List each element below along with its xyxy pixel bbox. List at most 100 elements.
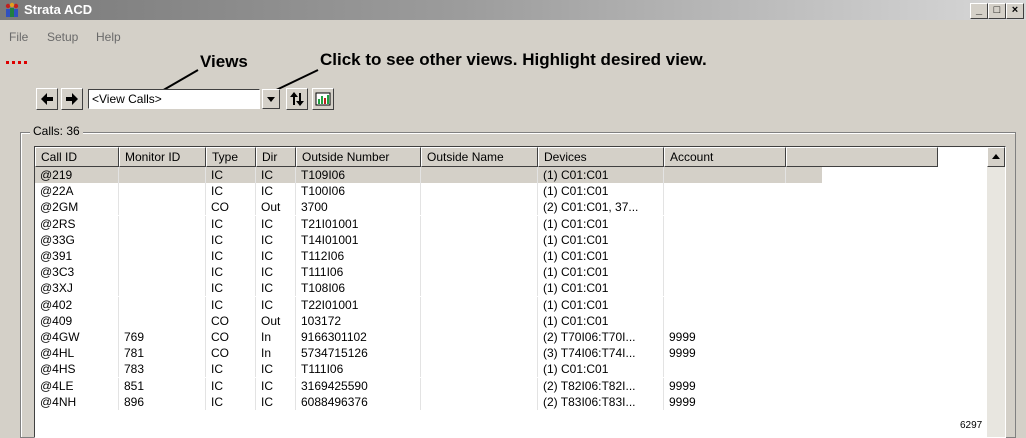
table-cell: @3XJ [35,280,119,297]
column-header-filler [786,147,938,167]
close-button[interactable]: × [1006,3,1024,19]
table-cell: IC [256,215,296,232]
instructions-callout: Click to see other views. Highlight desi… [320,50,707,69]
table-cell [421,329,538,345]
table-cell: 6088496376 [296,393,421,410]
table-cell: @402 [35,296,119,313]
table-row[interactable]: @4GW 769 CO In 9166301102 (2) T70I06:T70I... 9… [35,329,987,345]
column-header[interactable]: Monitor ID [119,147,206,167]
table-cell: T109I06 [296,167,421,183]
table-cell: IC [256,264,296,281]
column-header[interactable]: Call ID [35,147,119,167]
table-cell [664,248,786,264]
table-cell: IC [206,248,256,264]
table-cell [421,231,538,248]
table-row[interactable]: @22A IC IC T100I06 (1) C01:C01 [35,183,987,200]
table-cell: T111I06 [296,264,421,281]
table-cell [664,361,786,377]
view-select[interactable]: <View Calls> [88,89,260,109]
table-cell: T14I01001 [296,231,421,248]
forward-button[interactable] [61,88,83,110]
column-header[interactable]: Type [206,147,256,167]
table-cell: @2GM [35,199,119,216]
table-cell: (1) C01:C01 [538,167,664,183]
table-row[interactable]: @4HL 781 CO In 5734715126 (3) T74I06:T74I... 9… [35,345,987,362]
swap-sort-button[interactable] [286,88,308,110]
table-cell [664,199,786,215]
calls-list[interactable]: Call ID Monitor ID Type Dir Outside Number Ou… [34,146,1006,438]
report-chart-icon [315,92,331,106]
table-cell: IC [256,361,296,378]
column-header[interactable]: Outside Name [421,147,538,167]
table-row[interactable]: @4LE 851 IC IC 3169425590 (2) T82I06:T82I... 9… [35,377,987,394]
table-cell: T21I01001 [296,215,421,232]
table-cell: In [256,345,296,362]
column-header[interactable]: Outside Number [296,147,421,167]
table-cell: @4HL [35,345,119,362]
dropdown-arrow-icon [267,97,275,102]
table-cell: (1) C01:C01 [538,248,664,264]
menu-help[interactable]: Help [96,30,121,44]
row-selection-end [822,167,987,183]
table-cell [119,167,206,183]
table-cell: (3) T74I06:T74I... [538,345,664,362]
table-cell: @33G [35,231,119,248]
table-row[interactable]: @2RS IC IC T21I01001 (1) C01:C01 [35,215,987,232]
arrow-left-icon [41,93,53,105]
table-cell: IC [256,393,296,410]
table-cell: IC [256,167,296,183]
maximize-button[interactable]: □ [988,3,1006,19]
table-cell: (1) C01:C01 [538,215,664,232]
table-cell: 9999 [669,394,696,409]
table-row[interactable]: @3XJ IC IC T108I06 (1) C01:C01 [35,280,987,297]
table-cell: IC [206,264,256,281]
arrow-right-icon [66,93,78,105]
table-cell: T111I06 [296,361,421,378]
table-cell: (1) C01:C01 [538,231,664,248]
table-cell [421,183,538,200]
table-cell: 851 [119,377,206,394]
table-cell: IC [206,377,256,394]
reports-button[interactable] [312,88,334,110]
table-cell [421,361,538,378]
table-row[interactable]: @219 IC IC T109I06 (1) C01:C01 [35,167,987,183]
table-cell: @3C3 [35,264,119,281]
vertical-scrollbar[interactable] [987,147,1005,437]
scroll-up-button[interactable] [987,147,1005,167]
table-cell [119,264,206,281]
view-dropdown-button[interactable] [262,89,280,109]
table-row[interactable]: @4HS 783 IC IC T111I06 (1) C01:C01 [35,361,987,378]
column-header[interactable]: Dir [256,147,296,167]
column-header[interactable]: Devices [538,147,664,167]
column-header[interactable]: Account [664,147,786,167]
table-row[interactable]: @3C3 IC IC T111I06 (1) C01:C01 [35,264,987,281]
table-cell: @219 [35,167,119,183]
table-row[interactable]: @4NH 896 IC IC 6088496376 (2) T83I06:T83I... 9… [35,393,987,410]
table-row[interactable]: @2GM CO Out 3700 (2) C01:C01, 37... [35,199,987,216]
title-bar[interactable]: Strata ACD _ □ × [0,0,1026,20]
table-cell: @4NH [35,393,119,410]
table-cell [664,183,786,199]
table-row[interactable]: @409 CO Out 103172 (1) C01:C01 [35,312,987,329]
table-cell: (2) C01:C01, 37... [538,199,664,216]
table-cell [119,183,206,200]
table-cell: IC [256,377,296,394]
table-cell: T108I06 [296,280,421,297]
table-cell [119,231,206,248]
table-cell: IC [256,280,296,297]
scroll-up-arrow-icon [992,154,1000,159]
table-cell: 3700 [296,199,421,216]
table-cell [421,312,538,329]
menu-setup[interactable]: Setup [47,30,78,44]
list-header: Call ID Monitor ID Type Dir Outside Number Ou… [35,147,1005,167]
table-cell [119,248,206,264]
table-cell: IC [206,393,256,410]
table-cell: 9166301102 [296,329,421,345]
menu-file[interactable]: File [9,30,28,44]
table-cell [421,377,538,394]
minimize-button[interactable]: _ [970,3,988,19]
back-button[interactable] [36,88,58,110]
table-row[interactable]: @391 IC IC T112I06 (1) C01:C01 [35,248,987,264]
table-row[interactable]: @33G IC IC T14I01001 (1) C01:C01 [35,231,987,248]
table-row[interactable]: @402 IC IC T22I01001 (1) C01:C01 [35,296,987,313]
